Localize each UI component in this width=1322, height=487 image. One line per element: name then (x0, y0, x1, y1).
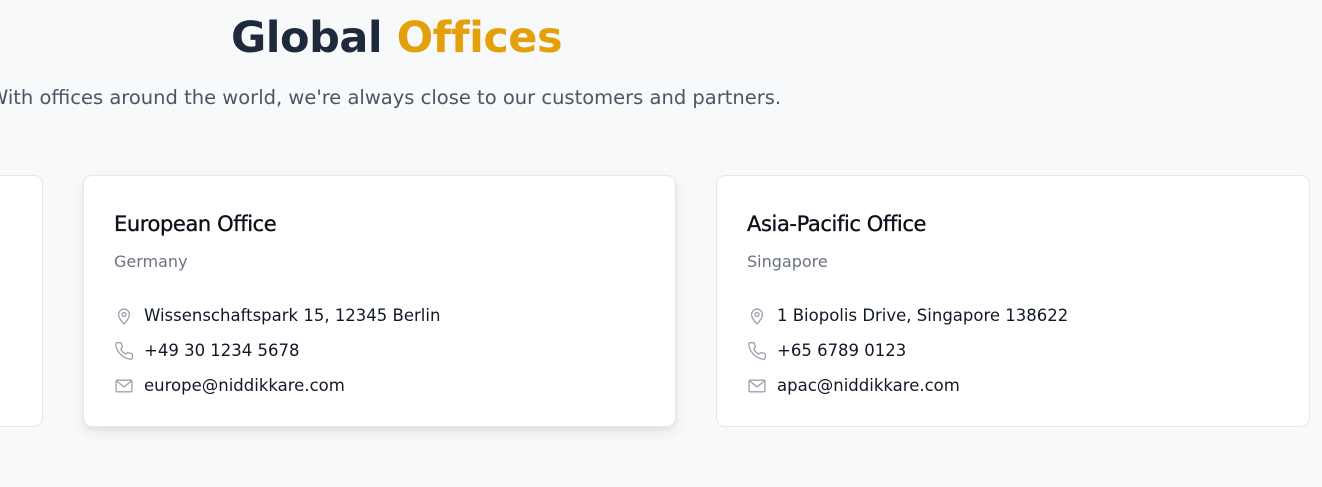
phone-icon (747, 341, 767, 361)
office-phone-row: +65 6789 0123 (747, 339, 906, 363)
office-address: 1 Biopolis Drive, Singapore 138622 (777, 306, 1069, 325)
office-address-row: Wissenschaftspark 15, 12345 Berlin (114, 304, 440, 328)
office-card-asia-pacific: Asia-Pacific Office Singapore 1 Biopolis… (716, 175, 1310, 427)
page-title-accent: Offices (396, 13, 563, 63)
office-email-row: apac@niddikkare.com (747, 374, 960, 398)
office-card-europe: European Office Germany Wissenschaftspar… (83, 175, 676, 427)
office-email[interactable]: apac@niddikkare.com (777, 375, 960, 397)
page-title-main: Global (231, 13, 383, 63)
office-country: Singapore (747, 252, 828, 271)
office-phone-row: +49 30 1234 5678 (114, 339, 300, 363)
office-name: European Office (114, 212, 277, 236)
map-pin-icon (747, 306, 767, 326)
page-subtitle: With offices around the world, we're alw… (0, 86, 782, 109)
office-email-row: europe@niddikkare.com (114, 374, 345, 398)
office-phone[interactable]: +65 6789 0123 (777, 340, 906, 362)
map-pin-icon (114, 306, 134, 326)
mail-icon (114, 376, 134, 396)
office-country: Germany (114, 252, 188, 271)
office-card-partial (0, 175, 43, 427)
page-title: Global Offices (231, 12, 563, 64)
office-email[interactable]: europe@niddikkare.com (144, 375, 345, 397)
office-phone[interactable]: +49 30 1234 5678 (144, 340, 300, 362)
office-name: Asia-Pacific Office (747, 212, 927, 236)
office-address: Wissenschaftspark 15, 12345 Berlin (144, 306, 441, 325)
mail-icon (747, 376, 767, 396)
office-address-row: 1 Biopolis Drive, Singapore 138622 (747, 304, 1068, 328)
phone-icon (114, 341, 134, 361)
